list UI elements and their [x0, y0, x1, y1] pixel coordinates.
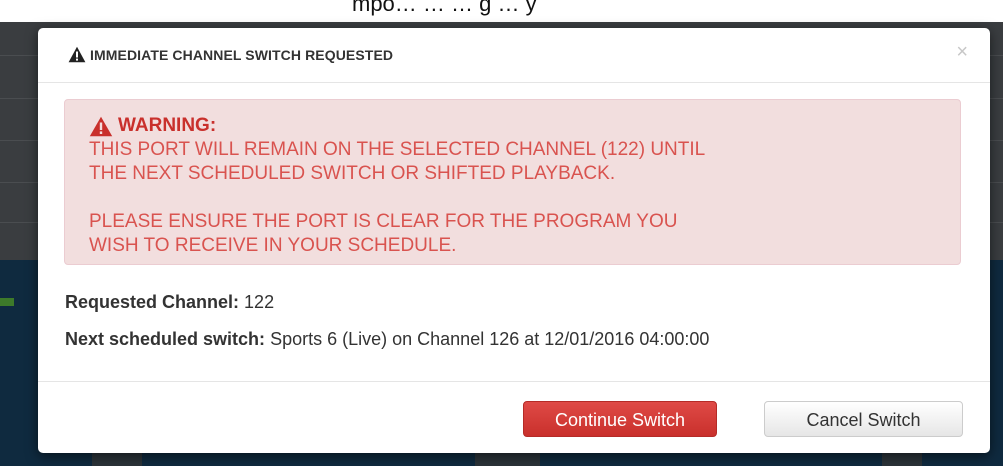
warning-triangle-icon — [68, 46, 86, 63]
background-status-marker — [0, 298, 14, 306]
requested-channel-row: Requested Channel: 122 — [65, 292, 274, 313]
alert-paragraph-gap — [89, 186, 960, 210]
requested-channel-value: 122 — [244, 292, 275, 312]
alert-heading: WARNING: — [89, 114, 960, 138]
warning-triangle-icon — [89, 116, 113, 137]
modal-title-text: IMMEDIATE CHANNEL SWITCH REQUESTED — [90, 46, 394, 63]
background-block — [92, 452, 142, 466]
close-button[interactable]: × — [956, 42, 968, 62]
cancel-switch-button[interactable]: Cancel Switch — [764, 401, 963, 437]
continue-switch-button[interactable]: Continue Switch — [523, 401, 717, 437]
alert-text-line: WISH TO RECEIVE IN YOUR SCHEDULE. — [89, 235, 457, 256]
background-edge-text — [988, 264, 1003, 294]
alert-heading-text: WARNING: — [118, 115, 217, 136]
next-switch-label: Next scheduled switch: — [65, 329, 266, 349]
requested-channel-label: Requested Channel: — [65, 292, 240, 312]
channel-switch-modal: IMMEDIATE CHANNEL SWITCH REQUESTED × WAR… — [38, 28, 990, 453]
alert-text-line: THIS PORT WILL REMAIN ON THE SELECTED CH… — [89, 139, 706, 160]
modal-footer: Continue Switch Cancel Switch — [38, 381, 990, 453]
warning-alert: WARNING: THIS PORT WILL REMAIN ON THE SE… — [64, 99, 961, 265]
modal-header: IMMEDIATE CHANNEL SWITCH REQUESTED × — [38, 28, 990, 83]
background-top-text: mpo… … … g … y — [352, 0, 537, 16]
background-block — [475, 452, 540, 466]
alert-text-line: PLEASE ENSURE THE PORT IS CLEAR FOR THE … — [89, 211, 678, 232]
background-block — [882, 452, 922, 466]
next-switch-value: Sports 6 (Live) on Channel 126 at 12/01/… — [270, 329, 710, 349]
background-top-strip: mpo… … … g … y — [0, 0, 1003, 22]
alert-text-line: THE NEXT SCHEDULED SWITCH OR SHIFTED PLA… — [89, 163, 616, 184]
modal-title: IMMEDIATE CHANNEL SWITCH REQUESTED — [68, 46, 393, 63]
next-switch-row: Next scheduled switch: Sports 6 (Live) o… — [65, 329, 709, 350]
